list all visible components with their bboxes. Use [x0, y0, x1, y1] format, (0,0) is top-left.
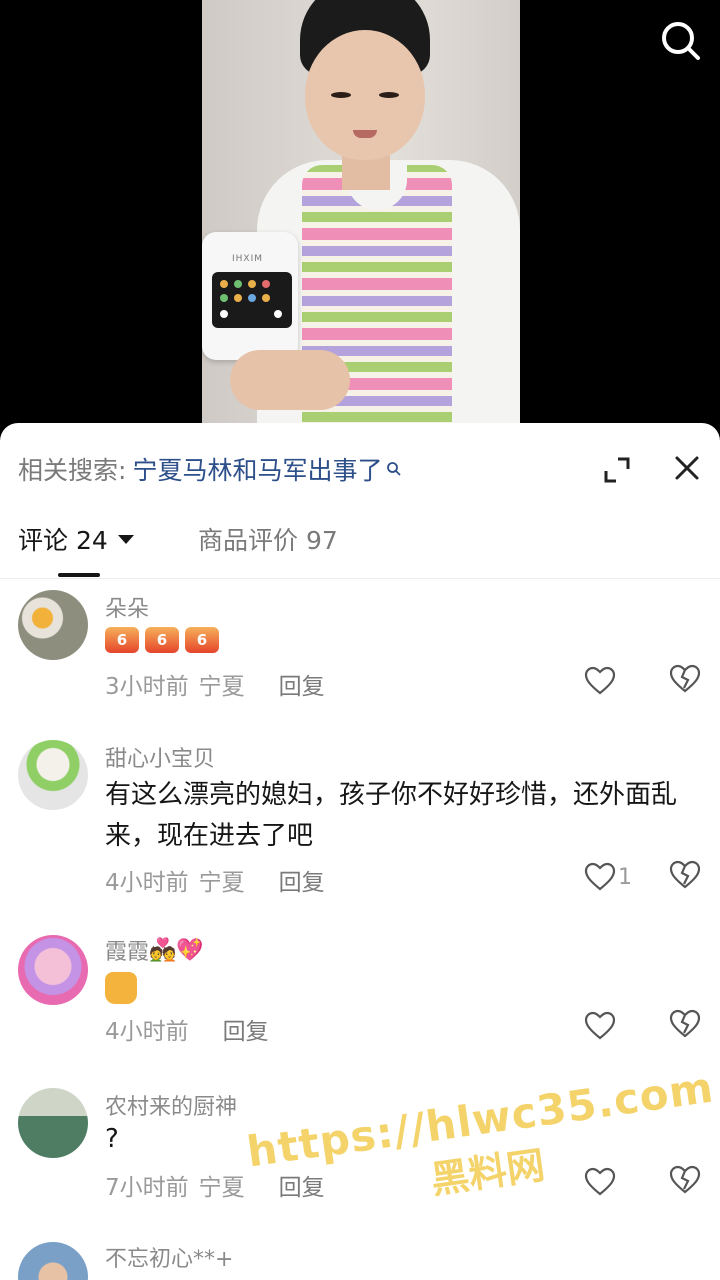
like-button[interactable]	[584, 664, 634, 698]
six-emoji: 6	[105, 627, 139, 653]
broken-heart-icon	[669, 664, 701, 693]
broken-heart-icon	[669, 860, 701, 889]
tab-comments-label: 评论 24	[18, 526, 108, 555]
close-icon	[675, 456, 699, 480]
comment-meta: 3小时前 宁夏 回复	[105, 667, 325, 701]
comment-time: 4小时前	[105, 1019, 189, 1045]
search-small-icon	[386, 461, 402, 477]
comment-location: 宁夏	[198, 1175, 245, 1201]
comment-author[interactable]: 朵朵	[105, 591, 149, 623]
broken-heart-icon	[669, 1009, 701, 1038]
close-button[interactable]	[670, 451, 704, 485]
six-emoji: 6	[185, 627, 219, 653]
appliance-brand: IHXIM	[232, 254, 264, 264]
comment-author[interactable]: 甜心小宝贝	[105, 741, 215, 773]
like-count: 1	[618, 864, 632, 890]
search-icon	[662, 22, 700, 60]
heart-icon	[584, 862, 616, 891]
comment-text: 有这么漂亮的媳妇，孩子你不好好珍惜，还外面乱来，现在进去了吧	[105, 780, 678, 851]
tab-reviews-label: 商品评价 97	[198, 526, 338, 555]
dislike-button[interactable]	[668, 664, 704, 698]
related-search-label: 相关搜索:	[18, 456, 127, 485]
avatar[interactable]	[18, 740, 88, 810]
comment-meta: 4小时前 宁夏 回复	[105, 863, 325, 897]
person-face	[305, 30, 425, 160]
active-tab-indicator	[58, 573, 100, 577]
related-search[interactable]: 相关搜索: 宁夏马林和马军出事了	[18, 451, 402, 487]
thumbs-up-icon	[105, 972, 137, 1004]
emoji-row: 6 6 6	[105, 627, 225, 653]
reply-button[interactable]: 回复	[279, 667, 325, 701]
comment-author-row: 霞霞 💑 💖	[105, 934, 204, 966]
comment-meta: 4小时前 回复	[105, 1012, 269, 1046]
sparkling-heart-icon: 💖	[176, 937, 204, 963]
six-emoji: 6	[145, 627, 179, 653]
comment-time: 3小时前	[105, 674, 189, 700]
like-button[interactable]	[584, 1009, 634, 1043]
tab-comments[interactable]: 评论 24	[18, 521, 134, 557]
dislike-button[interactable]	[668, 860, 704, 894]
tab-reviews[interactable]: 商品评价 97	[198, 521, 338, 557]
search-button[interactable]	[656, 16, 704, 64]
avatar[interactable]	[18, 1088, 88, 1158]
avatar[interactable]	[18, 935, 88, 1005]
heart-icon	[584, 1011, 616, 1040]
dislike-button[interactable]	[668, 1009, 704, 1043]
comment-time: 4小时前	[105, 870, 189, 896]
couple-emoji-icon: 💑	[149, 937, 177, 963]
expand-icon	[604, 457, 630, 483]
caret-down-icon	[117, 534, 134, 544]
video-frame: IHXIM	[202, 0, 520, 440]
comment-time: 7小时前	[105, 1175, 189, 1201]
comment-author[interactable]: 农村来的厨神	[105, 1089, 237, 1121]
video-player[interactable]: IHXIM	[0, 0, 720, 440]
avatar[interactable]	[18, 590, 88, 660]
related-search-query[interactable]: 宁夏马林和马军出事了	[132, 451, 382, 487]
comment-author[interactable]: 霞霞	[105, 934, 149, 966]
like-button[interactable]: 1	[584, 860, 634, 894]
kitchen-appliance: IHXIM	[202, 232, 298, 360]
reply-button[interactable]: 回复	[279, 863, 325, 897]
reply-button[interactable]: 回复	[223, 1012, 269, 1046]
comment-location: 宁夏	[198, 674, 245, 700]
comment-tabs: 评论 24 商品评价 97	[0, 513, 720, 579]
heart-icon	[584, 666, 616, 695]
comment-location: 宁夏	[198, 870, 245, 896]
expand-button[interactable]	[600, 453, 634, 487]
comment-author[interactable]: 不忘初心**+	[105, 1241, 233, 1273]
